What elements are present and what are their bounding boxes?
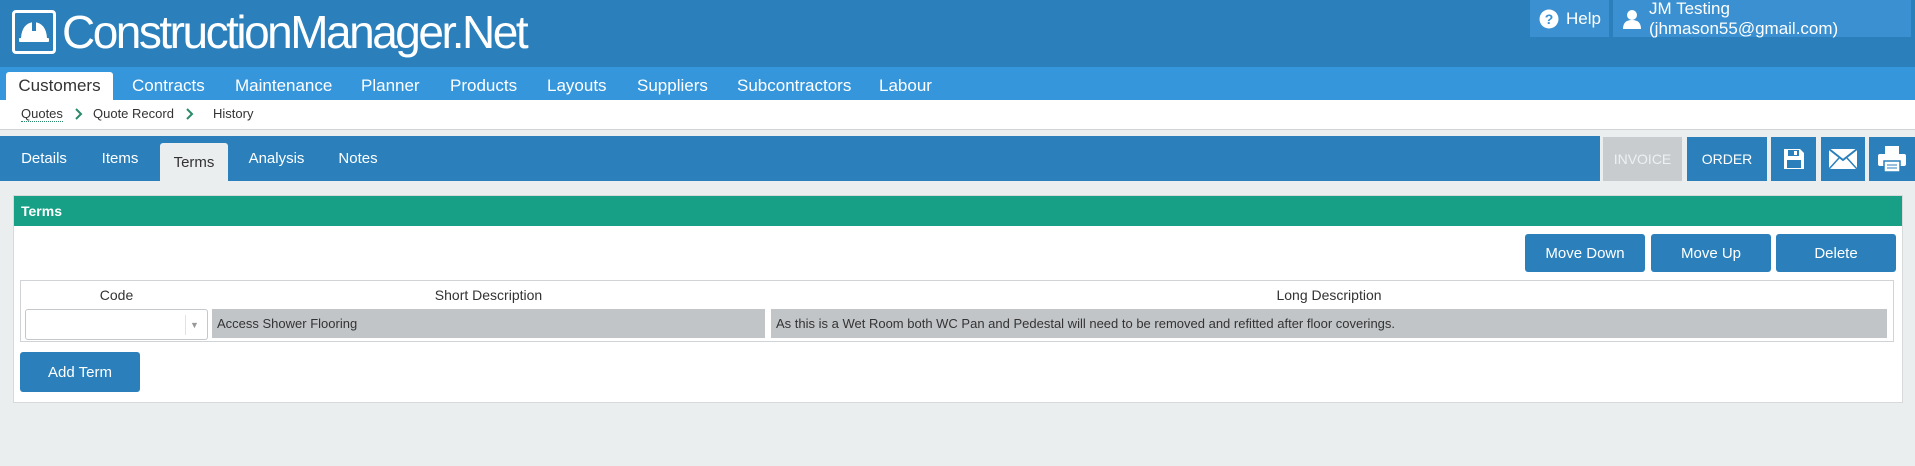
breadcrumb: Quotes Quote Record History [0, 100, 1915, 130]
column-header-code: Code [99, 287, 134, 303]
save-button[interactable] [1771, 137, 1816, 181]
tab-items[interactable]: Items [90, 136, 150, 181]
app-logo[interactable]: ConstructionManager.Net [12, 6, 529, 58]
column-header-short-description: Short Description [434, 287, 543, 303]
tab-terms[interactable]: Terms [160, 143, 228, 181]
logo-text: ConstructionManager.Net [62, 6, 529, 58]
nav-labour[interactable]: Labour [879, 72, 932, 100]
breadcrumb-quote-record[interactable]: Quote Record [93, 106, 174, 121]
chevron-right-icon [186, 108, 194, 120]
order-button[interactable]: ORDER [1687, 137, 1767, 181]
tab-analysis[interactable]: Analysis [240, 136, 313, 181]
move-up-button[interactable]: Move Up [1651, 234, 1771, 272]
nav-planner[interactable]: Planner [361, 72, 420, 100]
chevron-down-icon[interactable]: ▼ [185, 315, 203, 335]
nav-layouts[interactable]: Layouts [547, 72, 607, 100]
nav-suppliers[interactable]: Suppliers [637, 72, 708, 100]
chevron-right-icon [75, 108, 83, 120]
user-label: JM Testing (jhmason55@gmail.com) [1649, 0, 1839, 38]
nav-maintenance[interactable]: Maintenance [235, 72, 332, 100]
save-icon [1783, 149, 1804, 169]
terms-panel: Terms Move Down Move Up Delete Code Shor… [13, 195, 1903, 403]
column-header-long-description: Long Description [1276, 287, 1382, 303]
help-label: Help [1566, 8, 1601, 28]
terms-table: Code Short Description Long Description … [20, 280, 1894, 342]
code-select[interactable]: ▼ [25, 309, 208, 340]
print-button[interactable] [1869, 137, 1915, 181]
user-icon [1622, 9, 1642, 29]
breadcrumb-history[interactable]: History [213, 106, 253, 121]
add-term-button[interactable]: Add Term [20, 352, 140, 392]
main-nav: Customers Contracts Maintenance Planner … [0, 67, 1915, 100]
nav-contracts[interactable]: Contracts [132, 72, 205, 100]
invoice-button[interactable]: INVOICE [1603, 137, 1682, 181]
long-description-field[interactable]: As this is a Wet Room both WC Pan and Pe… [771, 309, 1887, 338]
short-description-field[interactable]: Access Shower Flooring [212, 309, 765, 338]
panel-title: Terms [14, 196, 1902, 226]
printer-icon [1878, 146, 1906, 173]
nav-subcontractors[interactable]: Subcontractors [737, 72, 851, 100]
help-icon: ? [1539, 9, 1559, 29]
tab-details[interactable]: Details [6, 136, 82, 181]
user-menu[interactable]: JM Testing (jhmason55@gmail.com) [1613, 0, 1911, 38]
nav-customers[interactable]: Customers [6, 72, 113, 100]
app-header: ConstructionManager.Net ? Help JM Testin… [0, 0, 1915, 67]
nav-products[interactable]: Products [450, 72, 517, 100]
breadcrumb-quotes[interactable]: Quotes [21, 106, 63, 122]
hardhat-icon [12, 10, 56, 54]
svg-text:?: ? [1545, 11, 1554, 27]
tab-notes[interactable]: Notes [330, 136, 386, 181]
move-down-button[interactable]: Move Down [1525, 234, 1645, 272]
record-tabs: Details Items Terms Analysis Notes [0, 136, 1600, 181]
envelope-icon [1828, 148, 1858, 170]
help-button[interactable]: ? Help [1530, 0, 1609, 37]
delete-button[interactable]: Delete [1776, 234, 1896, 272]
email-button[interactable] [1821, 137, 1865, 181]
